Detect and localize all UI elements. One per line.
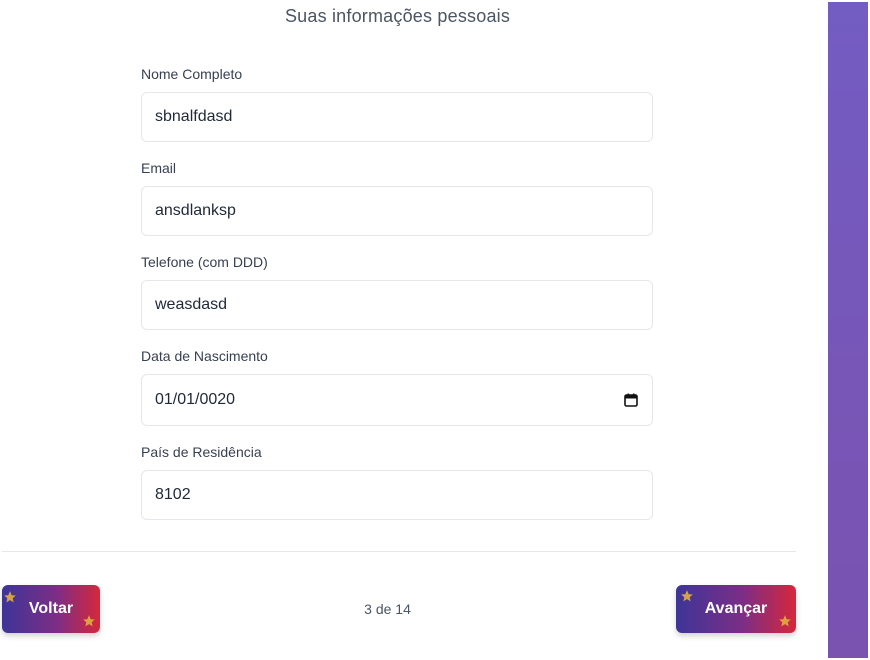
country-value: 8102 <box>155 486 191 503</box>
full-name-label: Nome Completo <box>141 66 243 82</box>
back-button-label: Voltar <box>28 600 74 617</box>
email-input[interactable]: ansdlanksp <box>141 186 653 236</box>
section-title: Suas informações pessoais <box>284 6 511 26</box>
star-icon <box>83 615 95 627</box>
full-name-input[interactable]: sbnalfdasd <box>141 92 653 142</box>
page: Suas informações pessoais Nome Completo … <box>0 0 870 660</box>
country-label: País de Residência <box>141 444 262 460</box>
side-panel <box>828 2 868 658</box>
full-name-value: sbnalfdasd <box>155 108 233 125</box>
birth-date-label: Data de Nascimento <box>141 348 268 364</box>
star-icon <box>4 591 16 603</box>
phone-input[interactable]: weasdasd <box>141 280 653 330</box>
next-button[interactable]: Avançar <box>676 585 796 633</box>
back-button[interactable]: Voltar <box>2 585 100 633</box>
email-value: ansdlanksp <box>155 202 236 219</box>
phone-label: Telefone (com DDD) <box>141 254 268 270</box>
star-icon <box>779 615 791 627</box>
phone-value: weasdasd <box>155 296 228 313</box>
next-button-label: Avançar <box>704 600 768 617</box>
country-input[interactable]: 8102 <box>141 470 653 520</box>
email-label: Email <box>141 160 177 176</box>
calendar-icon[interactable] <box>624 393 638 407</box>
birth-date-input[interactable]: 01/01/0020 <box>141 374 653 426</box>
star-icon <box>681 590 693 602</box>
divider <box>2 551 796 552</box>
birth-date-value: 01/01/0020 <box>155 391 236 408</box>
form-panel: Suas informações pessoais Nome Completo … <box>0 0 828 660</box>
page-counter: 3 de 14 <box>364 601 411 617</box>
